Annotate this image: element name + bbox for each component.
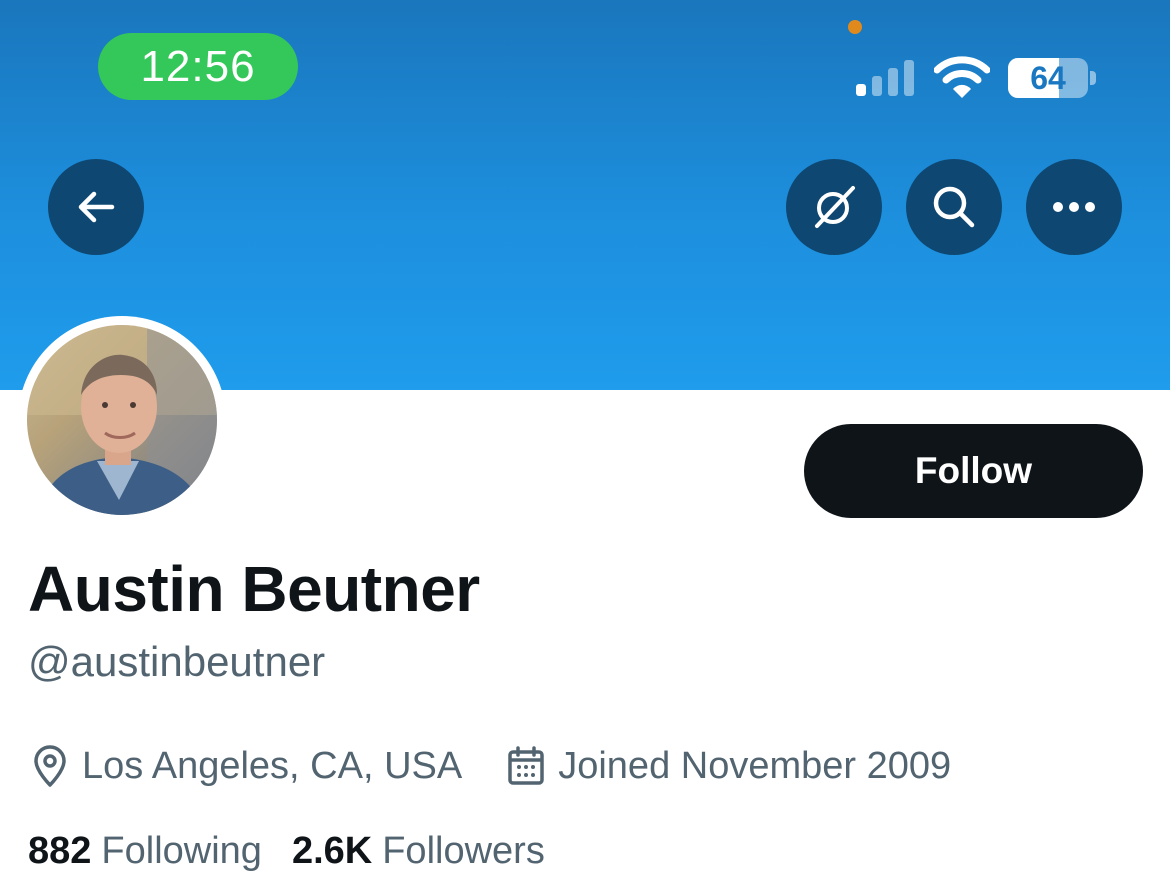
- following-stat[interactable]: 882 Following: [28, 830, 262, 873]
- wifi-icon: [934, 56, 990, 98]
- joined-text: Joined November 2009: [558, 744, 952, 787]
- battery-indicator: 64: [1008, 58, 1098, 98]
- calendar-icon: [508, 746, 544, 785]
- cellular-signal-icon: [856, 60, 914, 96]
- arrow-left-icon: [78, 191, 115, 223]
- search-icon: [933, 186, 975, 228]
- display-name: Austin Beutner: [28, 553, 480, 625]
- following-count: 882: [28, 829, 92, 872]
- follow-button[interactable]: Follow: [804, 424, 1143, 518]
- privacy-indicator-dot: [848, 20, 862, 34]
- avatar-photo: [27, 325, 217, 515]
- following-label: Following: [101, 829, 262, 872]
- follow-stats: 882 Following 2.6K Followers: [28, 826, 545, 876]
- followers-stat[interactable]: 2.6K Followers: [292, 830, 545, 873]
- profile-meta: Los Angeles, CA, USA Joined November 200…: [30, 740, 951, 792]
- location-pin-icon: [34, 745, 66, 787]
- battery-percent: 64: [1030, 59, 1066, 96]
- slashed-circle-icon: [815, 186, 855, 228]
- more-horizontal-icon: [1053, 202, 1095, 212]
- joined-item: Joined November 2009: [506, 745, 951, 788]
- user-handle: @austinbeutner: [28, 638, 326, 685]
- followers-label: Followers: [382, 829, 545, 872]
- followers-count: 2.6K: [291, 829, 373, 872]
- search-button[interactable]: [906, 159, 1002, 255]
- location-item: Los Angeles, CA, USA: [30, 744, 462, 788]
- grok-button[interactable]: [786, 159, 882, 255]
- status-time[interactable]: 12:56: [98, 33, 298, 100]
- profile-avatar[interactable]: [18, 316, 226, 524]
- back-button[interactable]: [48, 159, 144, 255]
- more-options-button[interactable]: [1026, 159, 1122, 255]
- location-text: Los Angeles, CA, USA: [82, 744, 463, 787]
